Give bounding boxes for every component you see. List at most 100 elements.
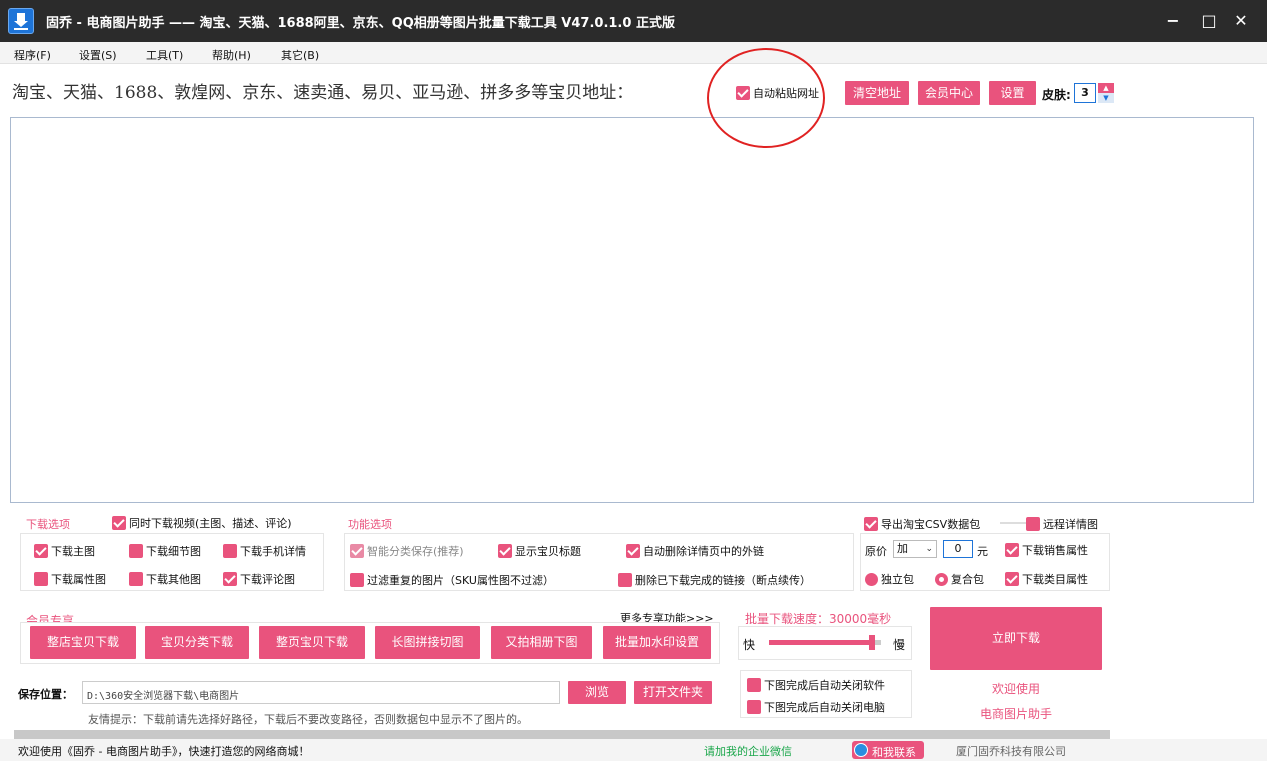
save-location-label: 保存位置：	[18, 688, 73, 701]
spin-down-icon[interactable]: ▼	[1098, 93, 1114, 103]
checkbox-icon	[34, 544, 48, 558]
mobile-detail-checkbox[interactable]: 下载手机详情	[223, 543, 306, 559]
mobile-detail-label: 下载手机详情	[240, 545, 306, 558]
minimize-button[interactable]: −	[1162, 10, 1184, 32]
checkbox-icon	[112, 516, 126, 530]
menu-other[interactable]: 其它(B)	[281, 47, 319, 63]
auto-delete-links-label: 自动删除详情页中的外链	[643, 545, 764, 558]
album-download-button[interactable]: 又拍相册下图	[491, 626, 592, 659]
menu-program[interactable]: 程序(F)	[14, 47, 51, 63]
browse-button[interactable]: 浏览	[568, 681, 626, 704]
url-input-area[interactable]	[10, 117, 1254, 503]
checkbox-icon	[864, 517, 878, 531]
close-app-checkbox[interactable]: 下图完成后自动关闭软件	[747, 677, 885, 693]
function-options-title: 功能选项	[348, 518, 392, 531]
price-label: 原价	[865, 545, 887, 558]
page-download-button[interactable]: 整页宝贝下载	[259, 626, 365, 659]
settings-button[interactable]: 设置	[989, 81, 1036, 105]
window-title: 固乔 - 电商图片助手 —— 淘宝、天猫、1688阿里、京东、QQ相册等图片批量…	[46, 16, 675, 31]
close-pc-label: 下图完成后自动关闭电脑	[764, 701, 885, 714]
video-checkbox[interactable]: 同时下载视频(主图、描述、评论)	[112, 515, 292, 531]
member-center-button[interactable]: 会员中心	[918, 81, 980, 105]
main-image-checkbox[interactable]: 下载主图	[34, 543, 95, 559]
company-name: 厦门固乔科技有限公司	[956, 745, 1066, 758]
price-op-value: 加	[897, 542, 908, 555]
contact-label: 和我联系	[872, 746, 916, 759]
delete-done-checkbox[interactable]: 删除已下载完成的链接（断点续传）	[618, 572, 811, 588]
speed-slider-track[interactable]	[769, 635, 881, 650]
close-pc-checkbox[interactable]: 下图完成后自动关闭电脑	[747, 699, 885, 715]
status-bar: 欢迎使用《固乔 - 电商图片助手》，快速打造您的网络商城！ 请加我的企业微信 和…	[0, 739, 1267, 761]
save-path-input[interactable]: D:\360安全浏览器下载\电商图片	[82, 681, 560, 704]
checkbox-icon	[498, 544, 512, 558]
skin-spinner[interactable]: 3 ▲ ▼	[1074, 83, 1114, 103]
checkbox-icon	[129, 572, 143, 586]
other-image-checkbox[interactable]: 下载其他图	[129, 571, 201, 587]
app-download-icon	[8, 8, 34, 34]
price-unit: 元	[977, 545, 988, 558]
checkbox-icon	[618, 573, 632, 587]
comment-image-label: 下载评论图	[240, 573, 295, 586]
detail-image-checkbox[interactable]: 下载细节图	[129, 543, 201, 559]
checkbox-icon	[350, 573, 364, 587]
attr-image-checkbox[interactable]: 下载属性图	[34, 571, 106, 587]
watermark-settings-button[interactable]: 批量加水印设置	[603, 626, 711, 659]
speed-slider-fill	[769, 640, 876, 645]
filter-duplicates-checkbox[interactable]: 过滤重复的图片（SKU属性图不过滤）	[350, 572, 554, 588]
contact-button[interactable]: 和我联系	[852, 741, 924, 759]
price-op-select[interactable]: 加 ⌄	[893, 540, 937, 558]
auto-delete-links-checkbox[interactable]: 自动删除详情页中的外链	[626, 543, 764, 559]
single-pack-label: 独立包	[881, 573, 914, 586]
delete-done-label: 删除已下载完成的链接（断点续传）	[635, 574, 811, 587]
whole-shop-download-button[interactable]: 整店宝贝下载	[30, 626, 136, 659]
highlight-circle	[707, 48, 825, 148]
maximize-button[interactable]: □	[1198, 10, 1220, 32]
divider	[1000, 522, 1026, 524]
download-options-title: 下载选项	[26, 518, 70, 531]
title-bar: 固乔 - 电商图片助手 —— 淘宝、天猫、1688阿里、京东、QQ相册等图片批量…	[0, 0, 1267, 42]
tip-text: 友情提示：下载前请先选择好路径，下载后不要改变路径，否则数据包中显示不了图片的。	[88, 713, 528, 726]
comment-image-checkbox[interactable]: 下载评论图	[223, 571, 295, 587]
checkbox-icon	[1005, 572, 1019, 586]
main-image-label: 下载主图	[51, 545, 95, 558]
price-input[interactable]: 0	[943, 540, 973, 558]
clear-address-button[interactable]: 清空地址	[845, 81, 909, 105]
download-now-button[interactable]: 立即下载	[930, 607, 1102, 670]
checkbox-icon	[223, 572, 237, 586]
smart-save-checkbox[interactable]: 智能分类保存(推荐)	[350, 543, 464, 559]
checkbox-icon	[747, 678, 761, 692]
long-image-button[interactable]: 长图拼接切图	[375, 626, 480, 659]
export-csv-checkbox[interactable]: 导出淘宝CSV数据包	[864, 516, 980, 532]
category-attr-checkbox[interactable]: 下载类目属性	[1005, 571, 1088, 587]
menu-help[interactable]: 帮助(H)	[212, 47, 251, 63]
menu-settings[interactable]: 设置(S)	[79, 47, 117, 63]
close-button[interactable]: ✕	[1230, 10, 1252, 32]
chevron-down-icon: ⌄	[925, 544, 933, 554]
category-download-button[interactable]: 宝贝分类下载	[145, 626, 249, 659]
show-title-checkbox[interactable]: 显示宝贝标题	[498, 543, 581, 559]
welcome-line-1: 欢迎使用	[991, 682, 1040, 696]
menu-tools[interactable]: 工具(T)	[146, 47, 183, 63]
open-folder-button[interactable]: 打开文件夹	[634, 681, 712, 704]
slow-label: 慢	[893, 638, 906, 652]
detail-image-label: 下载细节图	[146, 545, 201, 558]
spin-up-icon[interactable]: ▲	[1098, 83, 1114, 93]
checkbox-icon	[626, 544, 640, 558]
compound-pack-radio[interactable]: 复合包	[935, 571, 984, 587]
sales-attr-label: 下载销售属性	[1022, 544, 1088, 557]
remote-detail-label: 远程详情图	[1043, 518, 1098, 531]
speed-panel: 快 慢	[738, 626, 912, 660]
speed-slider-thumb[interactable]	[869, 635, 876, 650]
remote-detail-checkbox[interactable]: 远程详情图	[1026, 516, 1098, 532]
skin-label: 皮肤:	[1042, 88, 1071, 102]
skin-value[interactable]: 3	[1074, 83, 1096, 103]
qq-icon	[854, 743, 868, 757]
category-attr-label: 下载类目属性	[1022, 573, 1088, 586]
wechat-link[interactable]: 请加我的企业微信	[704, 743, 792, 759]
welcome-line-2: 电商图片助手	[979, 707, 1052, 721]
checkbox-icon	[129, 544, 143, 558]
smart-save-label: 智能分类保存(推荐)	[367, 545, 464, 558]
sales-attr-checkbox[interactable]: 下载销售属性	[1005, 542, 1088, 558]
single-pack-radio[interactable]: 独立包	[865, 571, 914, 587]
right-options-panel: 原价 加 ⌄ 0 元 下载销售属性 独立包 复合包 下载类目属性	[860, 533, 1110, 591]
